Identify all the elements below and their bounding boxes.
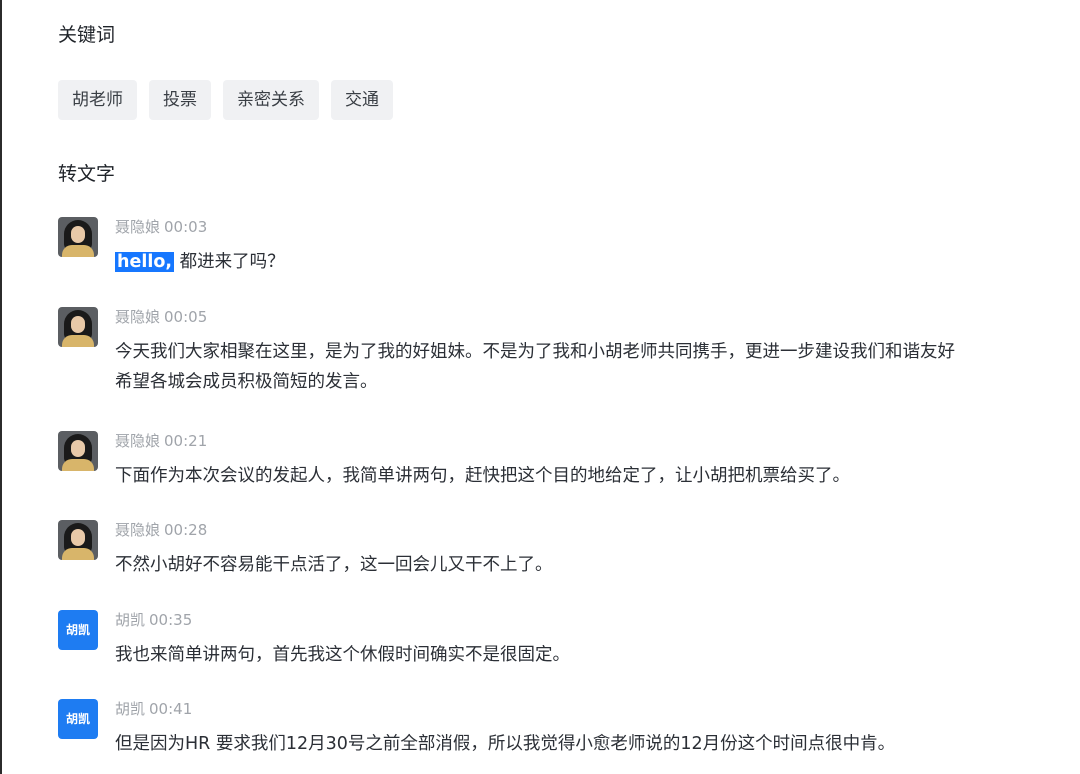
- message-text-line[interactable]: 今天我们大家相聚在这里，是为了我的好姐妹。不是为了我和小胡老师共同携手，更进一步…: [115, 337, 955, 367]
- message-text[interactable]: 我也来简单讲两句，首先我这个休假时间确实不是很固定。: [115, 640, 570, 670]
- speaker-avatar[interactable]: [58, 431, 98, 471]
- message-meta: 聂隐娘 00:28: [115, 520, 207, 540]
- speaker-name[interactable]: 聂隐娘: [115, 432, 160, 450]
- message-timestamp[interactable]: 00:03: [164, 218, 207, 236]
- message-meta: 聂隐娘 00:21: [115, 431, 207, 451]
- message-text-rest[interactable]: 都进来了吗？: [180, 252, 285, 272]
- speaker-avatar[interactable]: 胡凯: [58, 699, 98, 739]
- speaker-avatar[interactable]: [58, 520, 98, 560]
- speaker-avatar[interactable]: 胡凯: [58, 610, 98, 650]
- message-timestamp[interactable]: 00:05: [164, 308, 207, 326]
- message-timestamp[interactable]: 00:41: [149, 700, 192, 718]
- window-left-border: [0, 0, 2, 774]
- speaker-name[interactable]: 聂隐娘: [115, 521, 160, 539]
- speaker-avatar[interactable]: [58, 307, 98, 347]
- message-timestamp[interactable]: 00:21: [164, 432, 207, 450]
- keyword-tag[interactable]: 亲密关系: [223, 80, 319, 120]
- message-text-line[interactable]: 希望各城会成员积极简短的发言。: [115, 367, 955, 397]
- keyword-tag[interactable]: 胡老师: [58, 80, 137, 120]
- speaker-name[interactable]: 聂隐娘: [115, 308, 160, 326]
- speaker-name[interactable]: 聂隐娘: [115, 218, 160, 236]
- keywords-section-title: 关键词: [58, 24, 116, 46]
- transcript-section-title: 转文字: [58, 163, 116, 185]
- message-text[interactable]: 但是因为HR 要求我们12月30号之前全部消假，所以我觉得小愈老师说的12月份这…: [115, 729, 895, 759]
- message-text[interactable]: 不然小胡好不容易能干点活了，这一回会儿又干不上了。: [115, 550, 553, 580]
- message-timestamp[interactable]: 00:35: [149, 611, 192, 629]
- keyword-tag[interactable]: 投票: [149, 80, 211, 120]
- message-meta: 胡凯 00:41: [115, 699, 192, 719]
- message-meta: 胡凯 00:35: [115, 610, 192, 630]
- message-text[interactable]: 下面作为本次会议的发起人，我简单讲两句，赶快把这个目的地给定了，让小胡把机票给买…: [115, 461, 850, 491]
- message-text[interactable]: hello, 都进来了吗？: [115, 247, 285, 277]
- keyword-list: 胡老师 投票 亲密关系 交通: [58, 80, 393, 120]
- message-meta: 聂隐娘 00:03: [115, 217, 207, 237]
- selected-text-highlight[interactable]: hello,: [115, 252, 174, 272]
- message-timestamp[interactable]: 00:28: [164, 521, 207, 539]
- speaker-name[interactable]: 胡凯: [115, 700, 145, 718]
- speaker-avatar[interactable]: [58, 217, 98, 257]
- message-text[interactable]: 今天我们大家相聚在这里，是为了我的好姐妹。不是为了我和小胡老师共同携手，更进一步…: [115, 337, 955, 397]
- message-meta: 聂隐娘 00:05: [115, 307, 207, 327]
- keyword-tag[interactable]: 交通: [331, 80, 393, 120]
- speaker-name[interactable]: 胡凯: [115, 611, 145, 629]
